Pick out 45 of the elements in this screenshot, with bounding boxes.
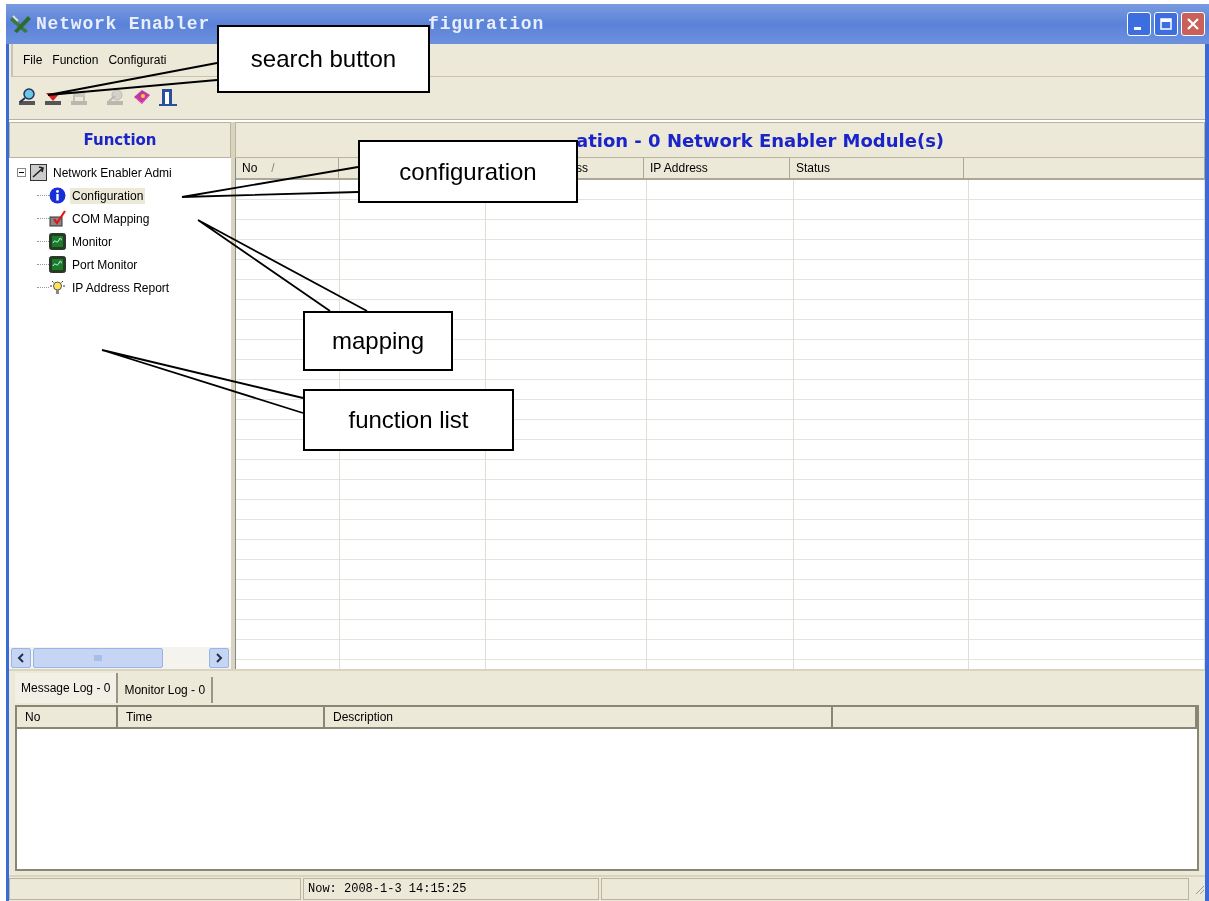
column-header[interactable]: Description [325, 707, 833, 729]
column-header[interactable]: No / [236, 158, 339, 180]
resize-grip[interactable] [1193, 883, 1205, 895]
maximize-icon [1160, 18, 1172, 30]
scroll-right-button[interactable] [209, 648, 229, 668]
tree-item[interactable]: Network Enabler Admi [51, 164, 174, 181]
panel-title: Function [9, 122, 231, 158]
callout-tooltip: search button [217, 25, 430, 93]
tab[interactable]: Message Log - 0 [15, 673, 119, 703]
collapse-toggle[interactable] [17, 168, 26, 177]
grip-icon [94, 654, 102, 662]
column-header[interactable] [833, 707, 1197, 729]
tools-icon [30, 164, 47, 181]
menu-item[interactable]: Configurati [108, 53, 167, 67]
info-icon [49, 187, 66, 204]
column-header[interactable]: Time [118, 707, 325, 729]
callout-tooltip: mapping [303, 311, 453, 371]
window-title: Network Enabler [36, 14, 211, 34]
callout-tooltip: configuration [358, 140, 578, 203]
tree-item[interactable]: Configuration [70, 187, 146, 204]
close-icon [1187, 18, 1199, 30]
status-time: Now: 2008-1-3 14:15:25 [303, 878, 599, 900]
horizontal-scrollbar[interactable] [9, 647, 231, 669]
column-header[interactable]: Status [790, 158, 964, 180]
menu-item[interactable]: Function [52, 53, 99, 67]
tree-item[interactable]: IP Address Report [70, 279, 172, 296]
door-icon [157, 86, 179, 107]
tree-item[interactable]: COM Mapping [70, 210, 152, 227]
column-header[interactable]: IP Address [644, 158, 790, 180]
scrollbar-thumb[interactable] [33, 648, 163, 668]
tools-icon [10, 14, 32, 34]
callout-tooltip: function list [303, 389, 514, 451]
column-header[interactable]: No [17, 707, 118, 729]
minimize-button[interactable] [1127, 12, 1151, 36]
tree-item[interactable]: Monitor [70, 233, 114, 250]
minimize-icon [1133, 26, 1141, 30]
lightbulb-icon [49, 279, 66, 296]
window-title: figuration [428, 14, 545, 34]
close-button[interactable] [1181, 12, 1205, 36]
monitor-icon [49, 233, 66, 250]
tree-item[interactable]: Port Monitor [70, 256, 140, 273]
menu-item[interactable]: File [23, 53, 43, 67]
scroll-left-button[interactable] [11, 648, 31, 668]
maximize-button[interactable] [1154, 12, 1178, 36]
monitor-icon [49, 256, 66, 273]
